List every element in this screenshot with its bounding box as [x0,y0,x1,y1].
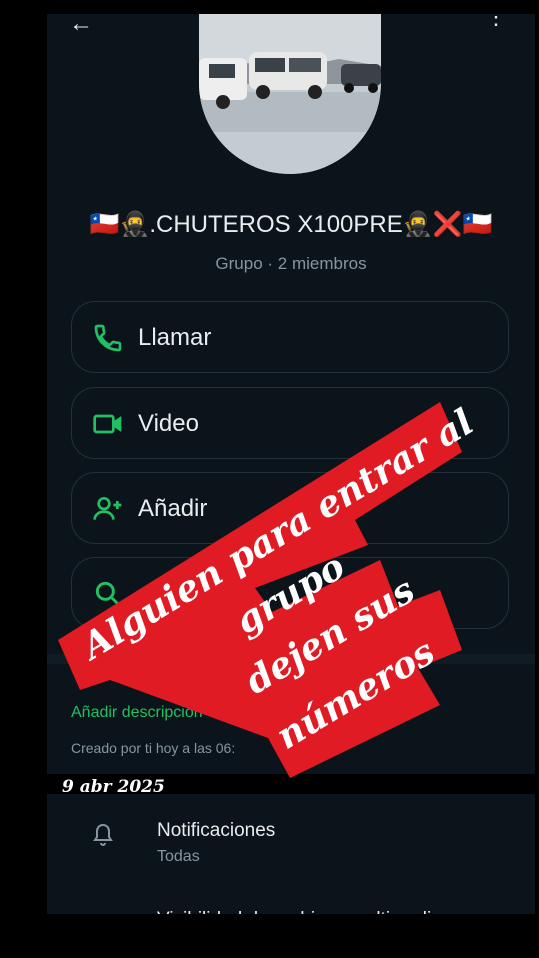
group-name: 🇨🇱🥷.CHUTEROS X100PRE🥷❌🇨🇱 [89,211,493,238]
video-label: Video [138,410,199,437]
notifications-value: Todas [157,848,200,865]
video-icon [93,414,122,434]
call-label: Llamar [138,324,212,351]
add-person-icon [93,497,122,520]
more-vert-icon[interactable]: ⋮ [485,14,507,28]
media-visibility-item[interactable]: Visibilidad de archivos multimedia [157,907,442,914]
add-member-label: Añadir [138,495,208,522]
group-avatar[interactable] [199,14,381,174]
date-overlay: 9 abr 2025 [62,777,165,797]
call-button[interactable]: Llamar [71,301,509,373]
bottom-black-bar [0,914,539,958]
notifications-title[interactable]: Notificaciones [157,820,275,842]
search-icon [95,581,122,608]
add-description-link[interactable]: Añadir descripción [71,704,203,722]
video-button[interactable]: Video [71,387,509,459]
phone-icon [94,324,122,352]
created-by-text: Creado por ti hoy a las 06: [71,740,236,756]
search-button[interactable] [71,557,509,629]
section-divider [47,654,535,664]
bell-icon [93,823,113,846]
group-subtitle: Grupo · 2 miembros [215,254,367,273]
arrow-left-icon[interactable]: ← [69,14,93,38]
add-member-button[interactable]: Añadir [71,472,509,544]
